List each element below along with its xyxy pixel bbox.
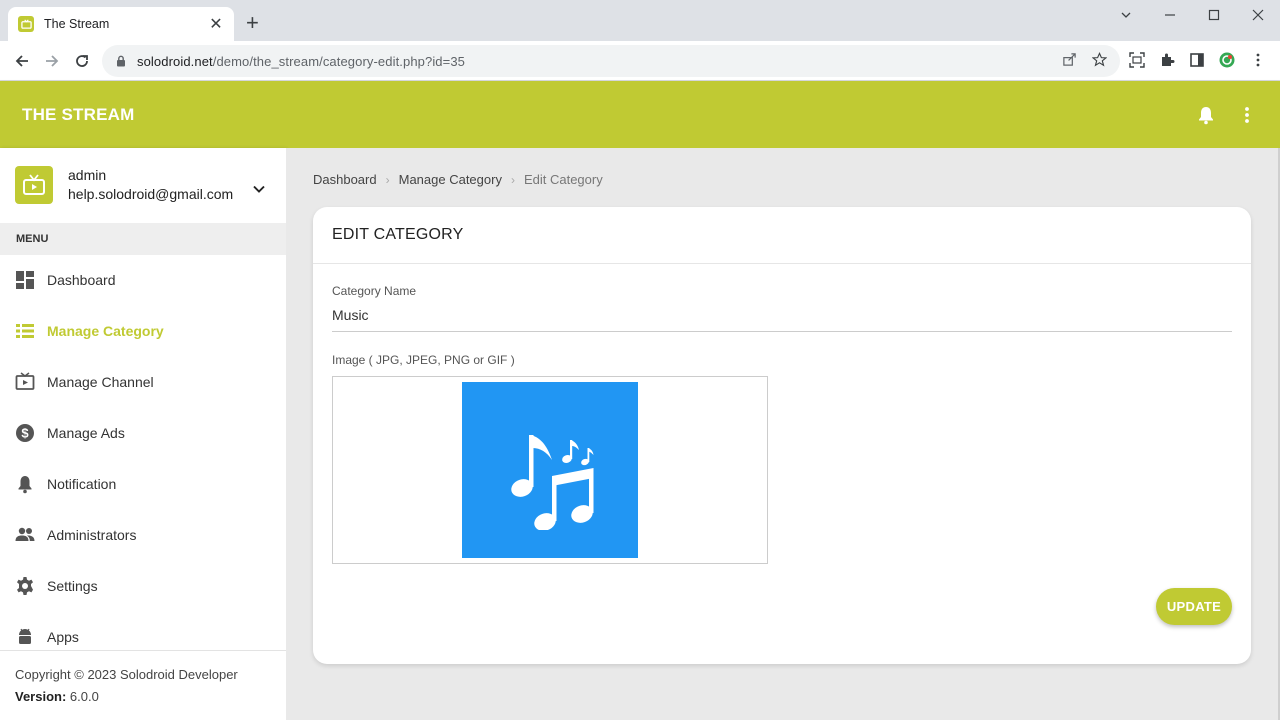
sidebar-item-label: Administrators bbox=[47, 527, 137, 543]
music-notes-icon bbox=[511, 435, 594, 530]
svg-text:$: $ bbox=[21, 426, 29, 441]
tv-icon bbox=[14, 371, 36, 393]
breadcrumb-current: Edit Category bbox=[523, 172, 603, 187]
sidebar-item-label: Manage Category bbox=[47, 323, 164, 339]
card-title: EDIT CATEGORY bbox=[332, 226, 464, 243]
list-icon bbox=[14, 320, 36, 342]
back-icon[interactable] bbox=[10, 49, 34, 73]
forward-icon[interactable] bbox=[40, 49, 64, 73]
edit-category-card: EDIT CATEGORY Category Name Music Image … bbox=[313, 207, 1251, 664]
minimize-icon[interactable] bbox=[1148, 0, 1192, 30]
tab-close-icon[interactable]: ✕ bbox=[208, 14, 224, 34]
share-icon[interactable] bbox=[1060, 50, 1078, 68]
extensions-icon[interactable] bbox=[1157, 50, 1177, 70]
gear-icon bbox=[14, 575, 36, 597]
tab-title: The Stream bbox=[44, 17, 110, 31]
sidebar-item-label: Manage Ads bbox=[47, 425, 125, 441]
new-tab-icon[interactable]: + bbox=[246, 12, 259, 34]
sidebar-item-manage-category[interactable]: Manage Category bbox=[0, 311, 286, 351]
sidebar-item-manage-channel[interactable]: Manage Channel bbox=[0, 362, 286, 402]
tv-logo-icon bbox=[23, 174, 45, 195]
user-panel: admin help.solodroid@gmail.com bbox=[0, 148, 286, 223]
people-icon bbox=[14, 524, 36, 546]
sidebar-item-label: Settings bbox=[47, 578, 98, 594]
card-header: EDIT CATEGORY bbox=[313, 207, 1251, 264]
user-name: admin bbox=[68, 167, 107, 183]
menu-header: MENU bbox=[0, 223, 286, 255]
update-button[interactable]: UPDATE bbox=[1156, 588, 1232, 625]
browser-toolbar: solodroid.net/demo/the_stream/category-e… bbox=[0, 41, 1280, 81]
reload-icon[interactable] bbox=[70, 49, 94, 73]
more-vert-icon[interactable] bbox=[1237, 105, 1257, 125]
dollar-icon: $ bbox=[14, 422, 36, 444]
sidebar-item-administrators[interactable]: Administrators bbox=[0, 515, 286, 555]
sidebar-item-label: Notification bbox=[47, 476, 117, 492]
bookmark-star-icon[interactable] bbox=[1090, 50, 1108, 68]
category-name-label: Category Name bbox=[332, 284, 417, 298]
browser-tab[interactable]: The Stream ✕ bbox=[8, 7, 234, 41]
lock-icon bbox=[117, 55, 125, 67]
breadcrumb-manage-category[interactable]: Manage Category bbox=[399, 172, 502, 187]
image-upload-dropzone[interactable] bbox=[332, 376, 768, 564]
dashboard-icon bbox=[14, 269, 36, 291]
image-label: Image ( JPG, JPEG, PNG or GIF ) bbox=[332, 353, 515, 367]
chevron-down-icon[interactable] bbox=[252, 182, 266, 196]
sidebar-item-notification[interactable]: Notification bbox=[0, 464, 286, 504]
app-brand[interactable]: THE STREAM bbox=[22, 105, 135, 125]
address-bar[interactable]: solodroid.net/demo/the_stream/category-e… bbox=[102, 45, 1120, 77]
browser-menu-icon[interactable] bbox=[1248, 50, 1268, 70]
sidebar-item-label: Apps bbox=[47, 629, 79, 645]
app-header: THE STREAM bbox=[0, 81, 1280, 148]
address-url: solodroid.net/demo/the_stream/category-e… bbox=[137, 53, 465, 69]
sidebar-item-label: Manage Channel bbox=[47, 374, 154, 390]
side-panel-icon[interactable] bbox=[1187, 50, 1207, 70]
copyright-text: Copyright © 2023 Solodroid Developer bbox=[15, 667, 238, 682]
category-name-input[interactable]: Music bbox=[332, 306, 1232, 332]
breadcrumb-dashboard[interactable]: Dashboard bbox=[313, 172, 377, 187]
screenshot-icon[interactable] bbox=[1127, 50, 1147, 70]
android-icon bbox=[14, 626, 36, 648]
sidebar-item-label: Dashboard bbox=[47, 272, 116, 288]
breadcrumb-separator-icon: › bbox=[385, 172, 390, 187]
sidebar-item-settings[interactable]: Settings bbox=[0, 566, 286, 606]
tab-favicon-icon bbox=[18, 16, 34, 32]
bell-icon bbox=[14, 473, 36, 495]
breadcrumb-separator-icon: › bbox=[510, 172, 515, 187]
main-content: Dashboard › Manage Category › Edit Categ… bbox=[286, 148, 1280, 720]
version-text: Version: 6.0.0 bbox=[15, 689, 99, 704]
maximize-icon[interactable] bbox=[1192, 0, 1236, 30]
user-email: help.solodroid@gmail.com bbox=[68, 186, 234, 202]
sidebar: admin help.solodroid@gmail.com MENU Dash… bbox=[0, 148, 286, 720]
notification-bell-icon[interactable] bbox=[1196, 105, 1216, 125]
user-avatar bbox=[15, 166, 53, 204]
sidebar-footer: Copyright © 2023 Solodroid Developer Ver… bbox=[0, 650, 286, 720]
breadcrumb: Dashboard › Manage Category › Edit Categ… bbox=[313, 172, 603, 187]
sidebar-item-dashboard[interactable]: Dashboard bbox=[0, 260, 286, 300]
sidebar-item-manage-ads[interactable]: $ Manage Ads bbox=[0, 413, 286, 453]
browser-tabbar: The Stream ✕ + bbox=[0, 0, 1280, 41]
category-image-preview bbox=[462, 382, 638, 558]
profile-avatar-icon[interactable] bbox=[1217, 50, 1237, 70]
tab-search-icon[interactable] bbox=[1104, 0, 1148, 30]
window-close-icon[interactable] bbox=[1236, 0, 1280, 30]
